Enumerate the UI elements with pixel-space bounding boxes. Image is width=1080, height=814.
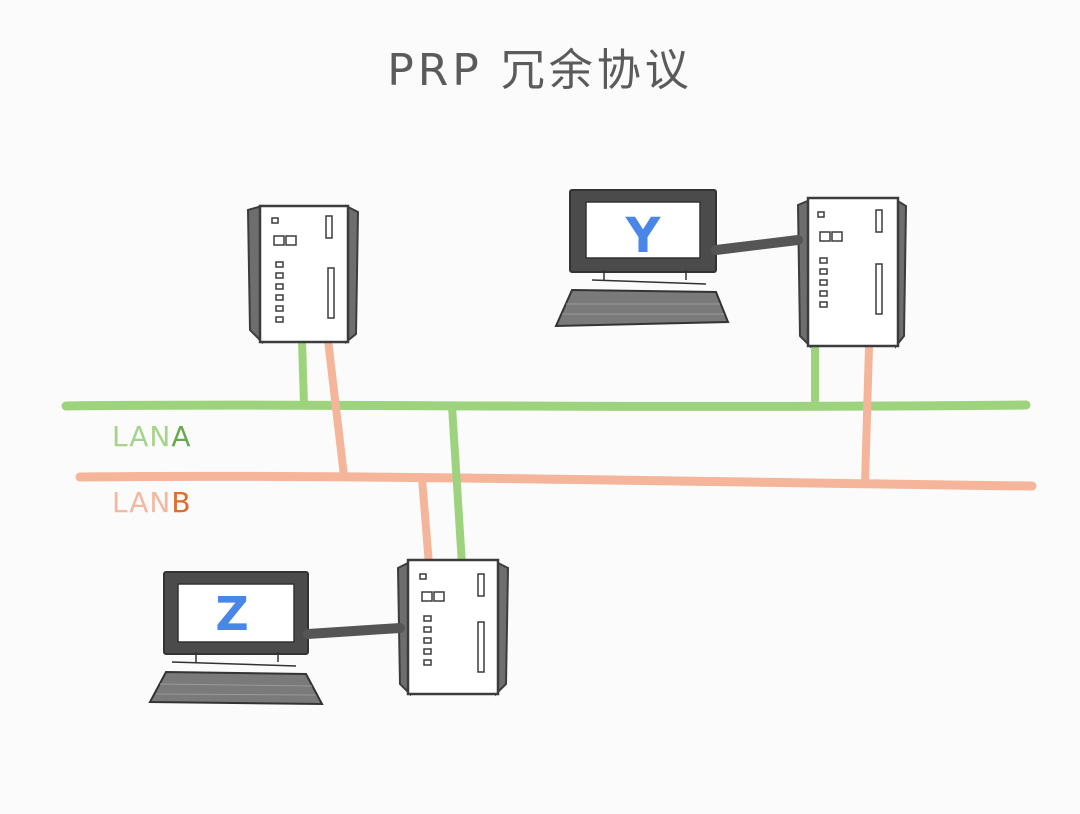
lan-b-line (75, 471, 1037, 491)
link-bottom-lan-a (448, 405, 466, 566)
host-z-label: Z (215, 587, 248, 641)
lan-b-prefix: LAN (112, 486, 172, 519)
redbox-top-left (246, 204, 360, 345)
cable-y (711, 235, 803, 255)
link-topright-lan-b (861, 345, 873, 485)
lan-a-prefix: LAN (112, 420, 172, 453)
diagram-title: PRP 冗余协议 (387, 45, 693, 96)
link-topleft-lan-a (298, 339, 308, 407)
lan-a-suffix: A (171, 420, 192, 453)
lan-b-label: LANB (112, 486, 192, 519)
lan-b-suffix: B (171, 486, 192, 519)
prp-diagram: Y Z PRP 冗余协议 LANA LANB (0, 0, 1080, 810)
diagram-canvas: Y Z (61, 189, 1037, 706)
computer-z: Z (148, 571, 324, 706)
cable-z (303, 623, 405, 639)
host-y-label: Y (625, 208, 662, 264)
lan-a-label: LANA (112, 420, 192, 453)
redbox-top-right (796, 196, 908, 349)
lan-a-line (61, 400, 1031, 411)
computer-y: Y (554, 189, 730, 328)
link-bottom-lan-b (418, 477, 433, 566)
redbox-bottom (396, 558, 510, 697)
